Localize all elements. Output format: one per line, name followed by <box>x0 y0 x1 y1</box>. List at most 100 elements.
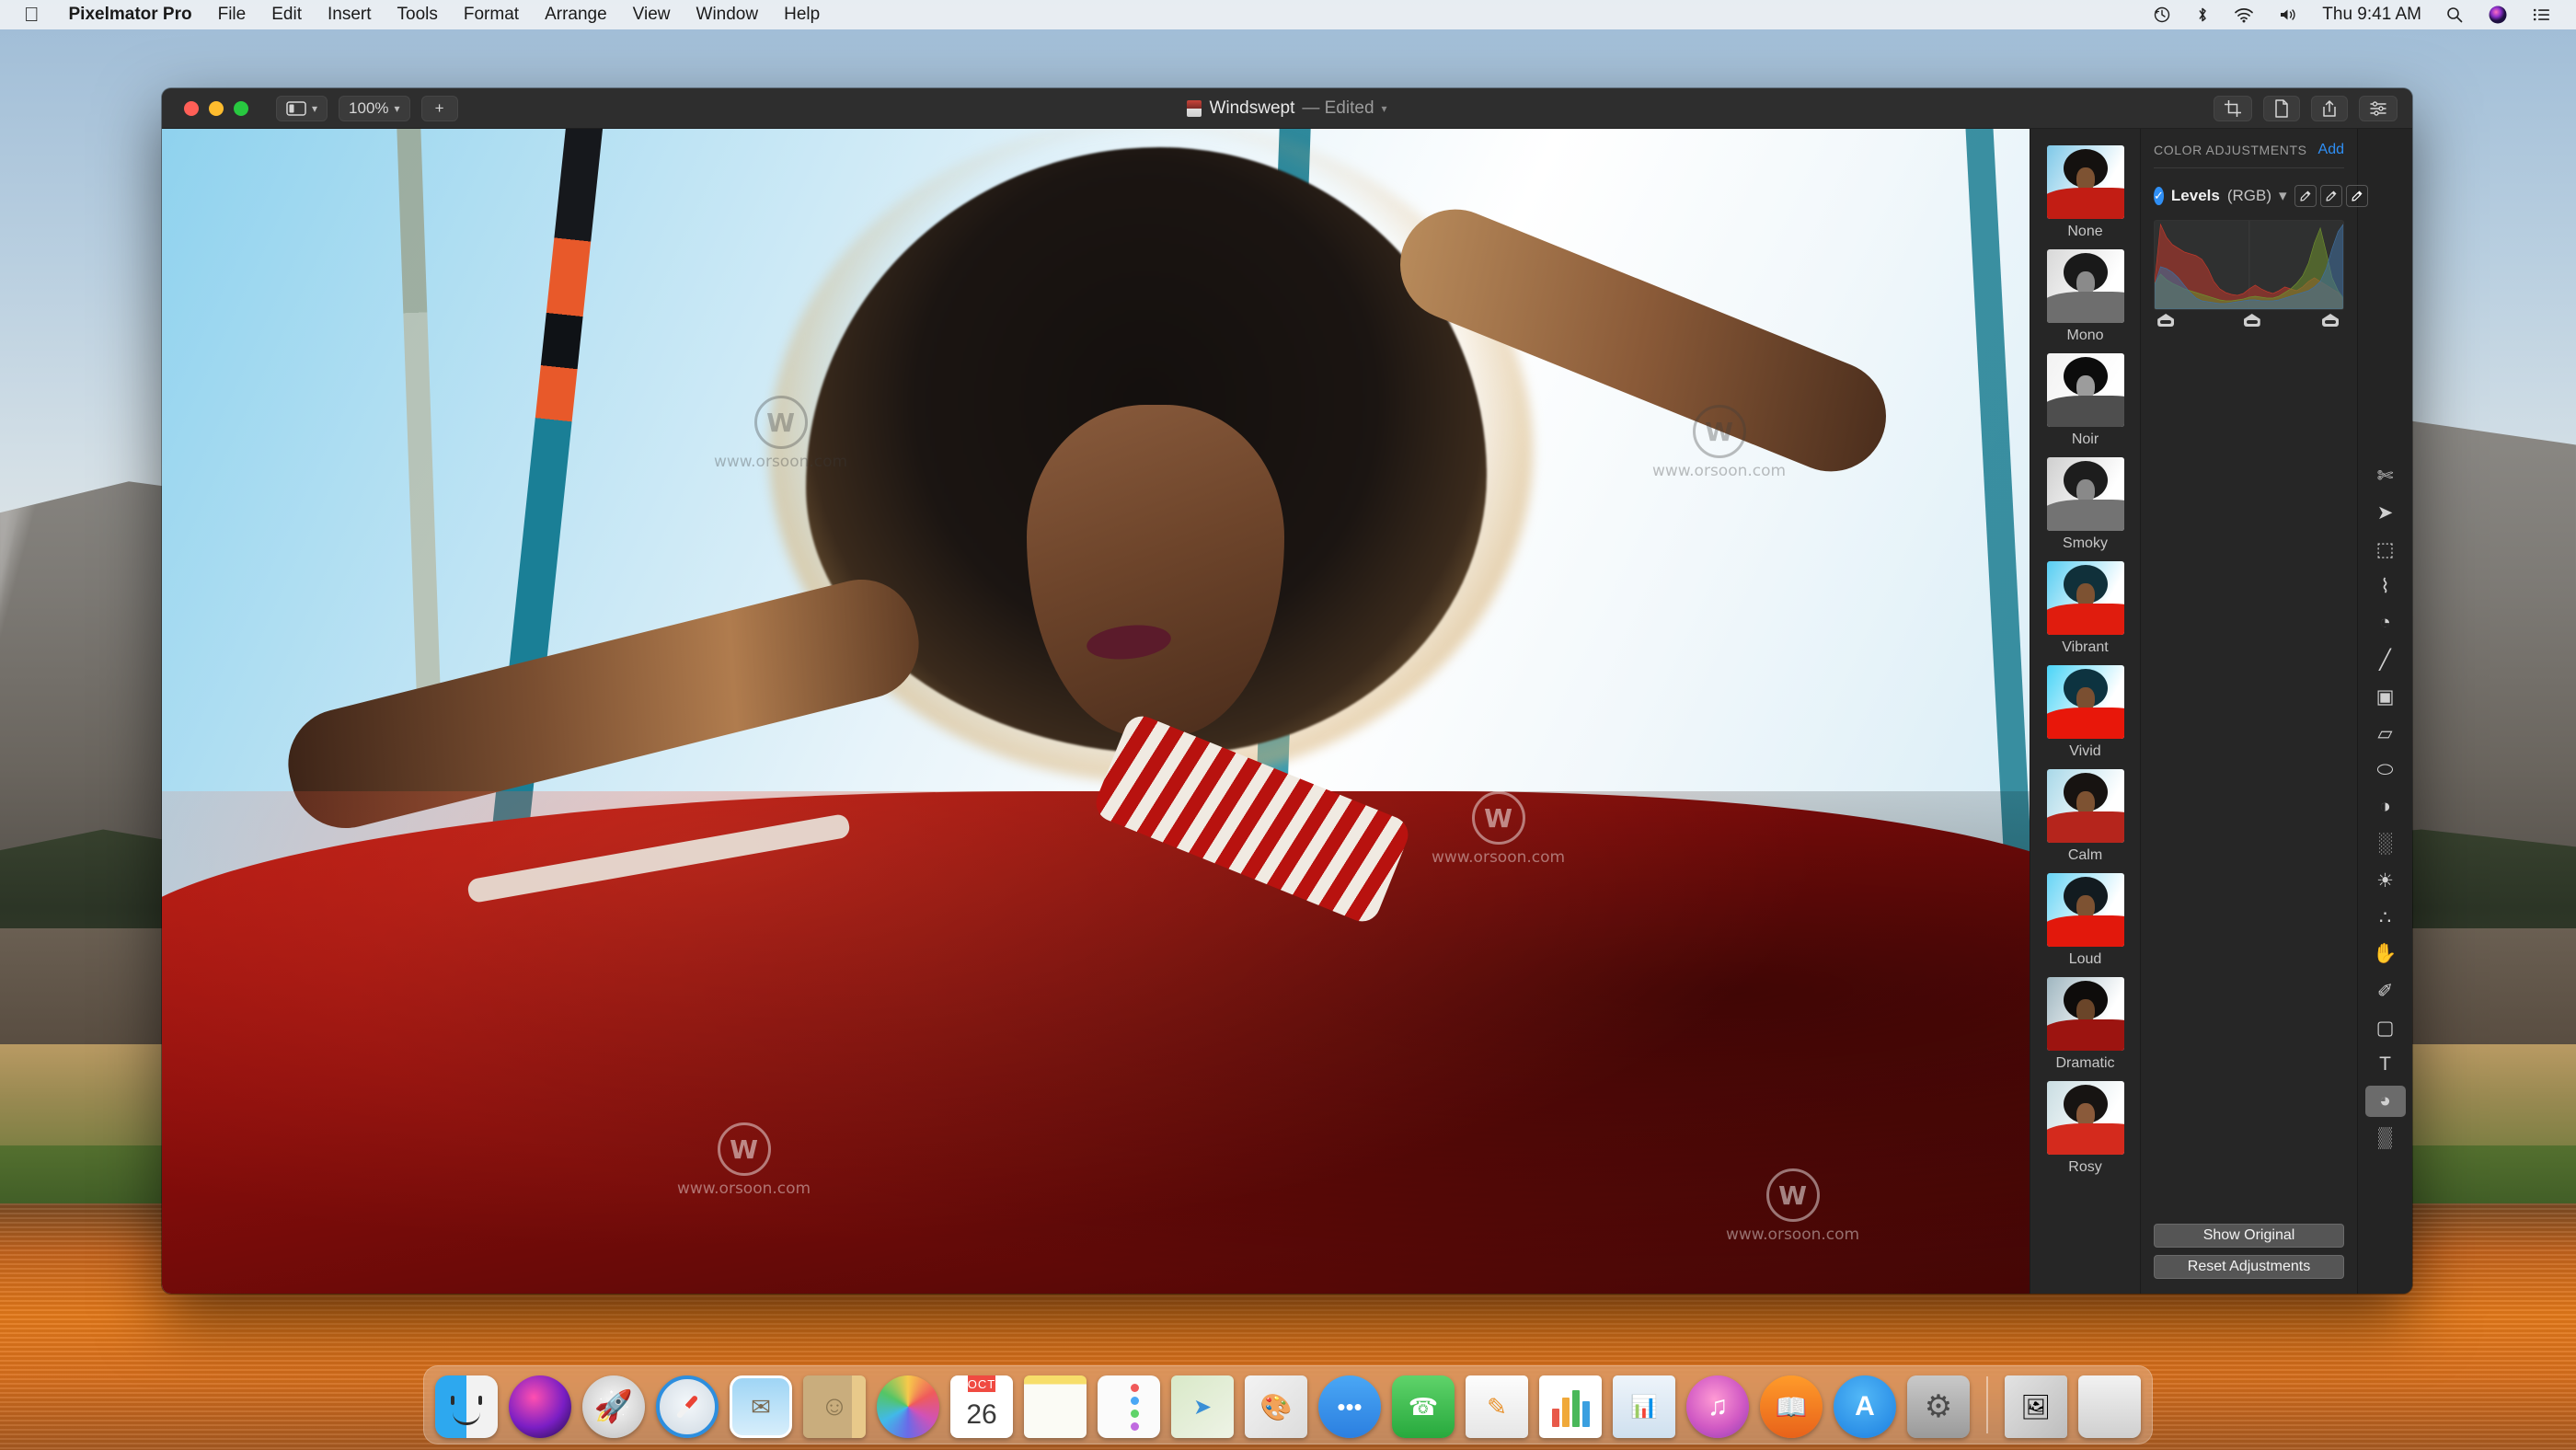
black-point-handle[interactable] <box>2157 314 2175 327</box>
dock-item-facetime[interactable]: ☎ <box>1392 1375 1455 1438</box>
adjustments-button[interactable] <box>2359 95 2398 121</box>
lighten-tool-icon[interactable]: ☀ <box>2365 865 2406 896</box>
dock-item-contacts[interactable]: ☺ <box>803 1375 866 1438</box>
preset-item[interactable]: Mono <box>2030 249 2140 344</box>
quick-select-tool-icon[interactable]: ◔ <box>2365 607 2406 639</box>
color-adjustments-tool-icon[interactable]: ◕ <box>2364 1086 2406 1117</box>
dock-item-messages[interactable]: ••• <box>1318 1375 1381 1438</box>
volume-icon[interactable] <box>2278 6 2298 24</box>
share-button[interactable] <box>2311 95 2348 121</box>
gray-point-eyedropper-icon[interactable] <box>2319 185 2342 207</box>
levels-slider-handles[interactable] <box>2154 312 2344 332</box>
dock-item-finder[interactable] <box>435 1375 498 1438</box>
preset-thumbnail[interactable] <box>2046 665 2124 739</box>
dock-item-numbers[interactable] <box>1539 1375 1602 1438</box>
preset-thumbnail[interactable] <box>2046 353 2124 427</box>
preset-item[interactable]: Vivid <box>2030 665 2140 760</box>
siri-icon[interactable] <box>2488 5 2508 25</box>
add-adjustment-link[interactable]: Add <box>2318 142 2344 158</box>
crop-button[interactable] <box>2214 95 2252 121</box>
dock-item-calendar[interactable]: OCT 26 <box>950 1375 1013 1438</box>
menu-app-name[interactable]: Pixelmator Pro <box>56 0 205 29</box>
zoom-level-dropdown[interactable]: 100% ▾ <box>339 95 410 121</box>
pen-tool-icon[interactable]: ✐ <box>2365 975 2406 1007</box>
arrange-tool-icon[interactable]: ✄ <box>2365 460 2406 491</box>
preset-thumbnail[interactable] <box>2046 977 2124 1051</box>
preset-item[interactable]: Vibrant <box>2030 561 2140 656</box>
tools-sidebar[interactable]: ✄ ➤ ⬚ ⌇ ◔ ╱ ▣ ▱ ⬭ ◑ ░ ☀ ∴ ✋ ✐ ▢ T ◕ ▒ <box>2357 129 2412 1294</box>
dock-item-itunes[interactable]: ♫ <box>1686 1375 1749 1438</box>
dock-item-trash[interactable] <box>2078 1375 2141 1438</box>
checkmark-icon[interactable]: ✓ <box>2154 187 2164 205</box>
preset-list[interactable]: None Mono Noir Smoky Vibrant Vivid Calm Loud Dra… <box>2030 129 2140 1294</box>
preset-item[interactable]: Rosy <box>2030 1081 2140 1176</box>
preset-thumbnail[interactable] <box>2046 249 2124 323</box>
eraser-tool-icon[interactable]: ▱ <box>2365 718 2406 749</box>
menu-item-help[interactable]: Help <box>771 0 833 29</box>
white-point-handle[interactable] <box>2322 314 2340 327</box>
smudge-tool-icon[interactable]: ∴ <box>2365 902 2406 933</box>
dock-item-keynote[interactable]: 📊 <box>1613 1375 1675 1438</box>
preset-thumbnail[interactable] <box>2046 561 2124 635</box>
dock-item-pages[interactable]: ✎ <box>1466 1375 1528 1438</box>
zoom-button[interactable] <box>234 100 248 116</box>
clone-stamp-tool-icon[interactable]: ◑ <box>2365 791 2406 823</box>
close-button[interactable] <box>184 100 199 116</box>
document-chevron-down-icon[interactable]: ▾ <box>1382 102 1387 115</box>
menu-item-insert[interactable]: Insert <box>315 0 385 29</box>
dock-item-notes[interactable] <box>1024 1375 1087 1438</box>
dock[interactable]: 🚀 ✉ ☺ OCT 26 ➤ 🎨 ••• ☎ ✎ 📊 ♫ 📖 A ⚙ 🖼 <box>423 1365 2153 1444</box>
menu-item-tools[interactable]: Tools <box>385 0 451 29</box>
dock-item-reminders[interactable] <box>1098 1375 1160 1438</box>
menu-item-view[interactable]: View <box>620 0 684 29</box>
white-point-eyedropper-icon[interactable] <box>2345 185 2368 207</box>
menu-item-edit[interactable]: Edit <box>259 0 315 29</box>
preset-thumbnail[interactable] <box>2046 873 2124 947</box>
preset-item[interactable]: Loud <box>2030 873 2140 968</box>
menu-item-file[interactable]: File <box>205 0 259 29</box>
type-tool-icon[interactable]: T <box>2365 1049 2406 1080</box>
preset-thumbnail[interactable] <box>2046 145 2124 219</box>
preset-thumbnail[interactable] <box>2046 769 2124 843</box>
search-icon[interactable] <box>2445 6 2464 24</box>
preset-item[interactable]: Calm <box>2030 769 2140 864</box>
dock-item-photos[interactable] <box>877 1375 939 1438</box>
preset-thumbnail[interactable] <box>2046 1081 2124 1155</box>
midtone-handle[interactable] <box>2243 314 2260 327</box>
dock-item-safari[interactable] <box>656 1375 719 1438</box>
levels-histogram[interactable] <box>2154 220 2344 310</box>
time-machine-icon[interactable] <box>2153 6 2171 24</box>
dock-item-maps[interactable]: ➤ <box>1171 1375 1234 1438</box>
rectangular-select-tool-icon[interactable]: ⬚ <box>2365 534 2406 565</box>
add-layer-button[interactable]: + <box>420 95 458 121</box>
noise-tool-icon[interactable]: ░ <box>2365 828 2406 859</box>
paintbrush-tool-icon[interactable]: ╱ <box>2365 644 2406 675</box>
repair-tool-icon[interactable]: ⬭ <box>2365 754 2406 786</box>
dock-item-mail[interactable]: ✉ <box>730 1375 792 1438</box>
dock-item-appstore[interactable]: A <box>1834 1375 1896 1438</box>
dock-item-preview[interactable]: 🎨 <box>1245 1375 1307 1438</box>
effects-tool-icon[interactable]: ▒ <box>2365 1122 2406 1154</box>
menu-bar-clock[interactable]: Thu 9:41 AM <box>2322 5 2421 25</box>
warp-tool-icon[interactable]: ✋ <box>2365 938 2406 970</box>
menu-item-format[interactable]: Format <box>451 0 532 29</box>
sidebar-toggle-button[interactable]: ▾ <box>276 95 328 121</box>
minimize-button[interactable] <box>209 100 224 116</box>
control-center-icon[interactable] <box>2532 6 2552 24</box>
reset-adjustments-button[interactable]: Reset Adjustments <box>2154 1255 2344 1279</box>
image-canvas[interactable]: W www.orsoon.com W www.orsoon.com W www.… <box>162 129 2030 1294</box>
shape-tool-icon[interactable]: ▢ <box>2365 1012 2406 1043</box>
document-name[interactable]: Windswept <box>1209 98 1294 119</box>
new-document-button[interactable] <box>2263 95 2300 121</box>
preset-item[interactable]: Smoky <box>2030 457 2140 552</box>
bluetooth-icon[interactable] <box>2195 6 2210 24</box>
preset-item[interactable]: None <box>2030 145 2140 240</box>
dock-item-downloads[interactable]: 🖼 <box>2005 1375 2067 1438</box>
dock-item-system-preferences[interactable]: ⚙ <box>1907 1375 1970 1438</box>
dock-item-launchpad[interactable]: 🚀 <box>582 1375 645 1438</box>
black-point-eyedropper-icon[interactable] <box>2294 185 2317 207</box>
move-arrow-tool-icon[interactable]: ➤ <box>2365 497 2406 528</box>
paint-bucket-tool-icon[interactable]: ▣ <box>2365 681 2406 712</box>
preset-thumbnail[interactable] <box>2046 457 2124 531</box>
apple-logo-icon[interactable]:  <box>24 5 40 25</box>
